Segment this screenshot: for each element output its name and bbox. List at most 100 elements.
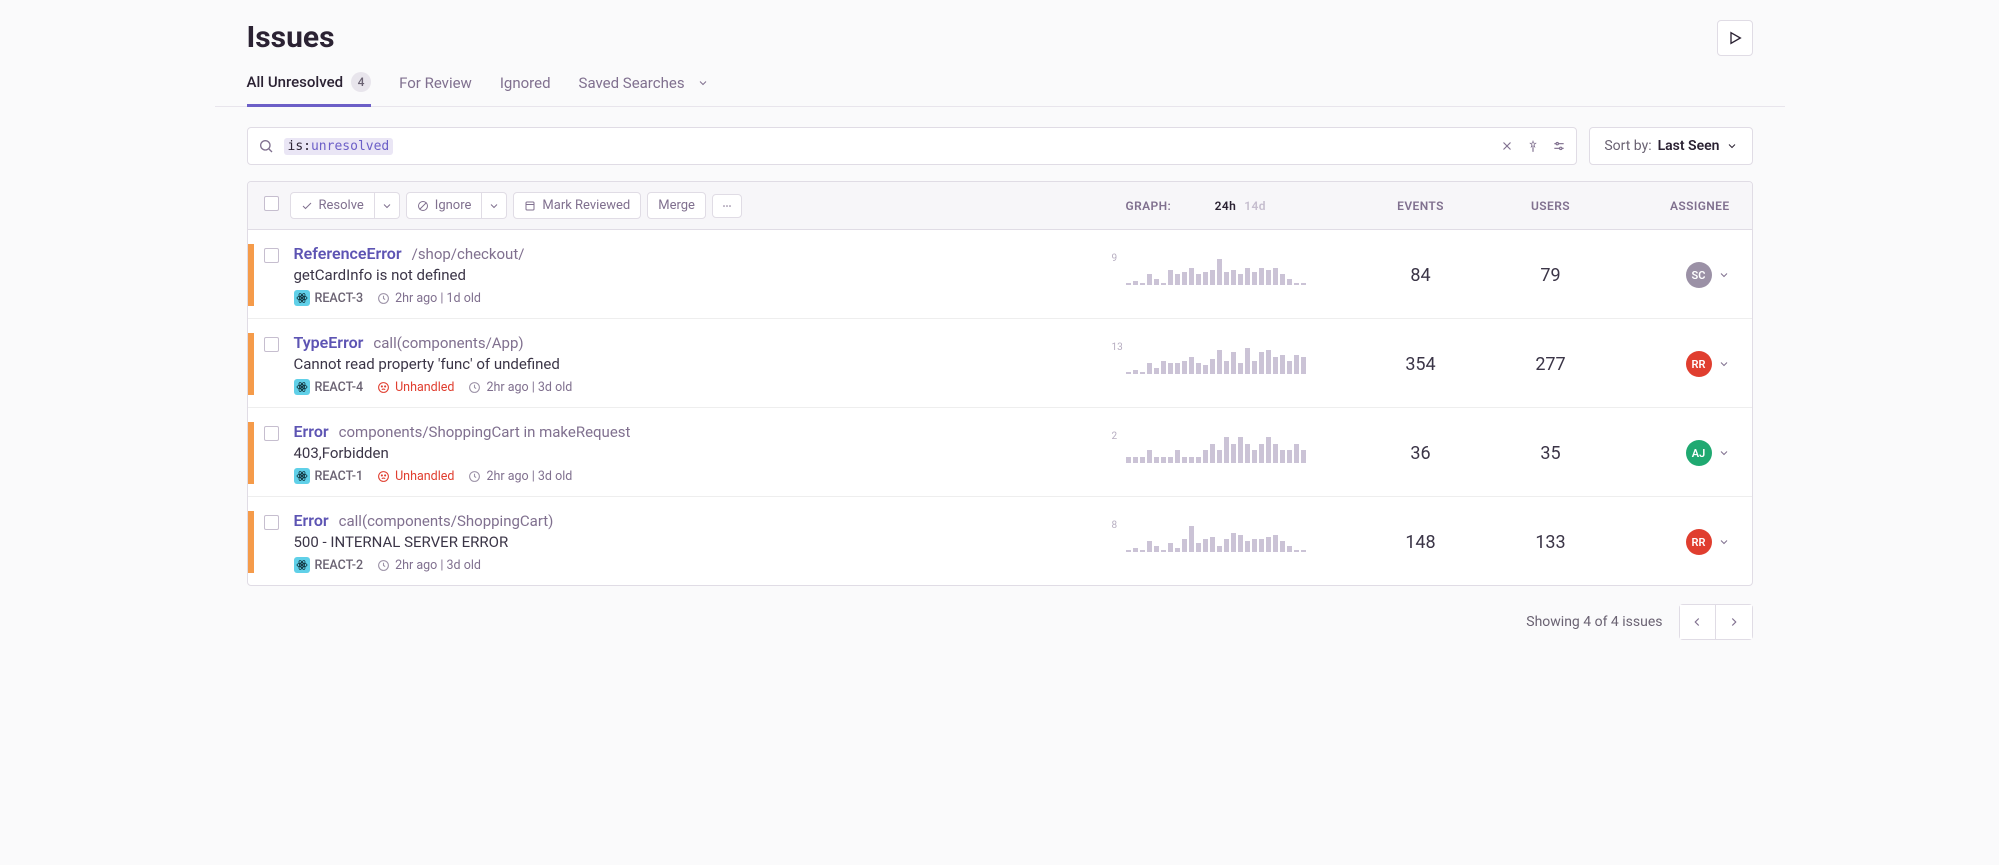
resolve-dropdown[interactable] (375, 192, 400, 219)
issue-location: /shop/checkout/ (412, 245, 525, 263)
sparkline: 8 (1126, 522, 1326, 562)
prev-page-button[interactable] (1680, 605, 1716, 639)
users-count[interactable]: 277 (1486, 354, 1616, 375)
select-issue-checkbox[interactable] (264, 248, 279, 263)
graph-range-24h[interactable]: 24h (1215, 199, 1237, 213)
assignee-avatar[interactable]: SC (1686, 262, 1712, 288)
pagination-summary: Showing 4 of 4 issues (1526, 614, 1662, 630)
react-icon (294, 557, 310, 573)
severity-stripe (248, 333, 254, 395)
column-events: EVENTS (1356, 199, 1486, 213)
project-chip[interactable]: REACT-2 (294, 557, 364, 573)
tab-label: All Unresolved (247, 73, 344, 91)
pager (1679, 604, 1753, 640)
project-id: REACT-1 (315, 469, 364, 484)
users-count[interactable]: 35 (1486, 443, 1616, 464)
unhandled-badge: Unhandled (377, 469, 454, 484)
project-chip[interactable]: REACT-1 (294, 468, 364, 484)
select-issue-checkbox[interactable] (264, 515, 279, 530)
tab-label: Saved Searches (579, 74, 685, 92)
issue-timestamp: 2hr ago | 3d old (468, 469, 572, 484)
project-id: REACT-2 (315, 558, 364, 573)
more-actions-button[interactable] (712, 194, 742, 218)
issue-timestamp: 2hr ago | 1d old (377, 291, 481, 306)
events-count[interactable]: 84 (1356, 265, 1486, 286)
page-title: Issues (247, 20, 335, 55)
issue-location: call(components/ShoppingCart) (339, 512, 554, 530)
events-count[interactable]: 148 (1356, 532, 1486, 553)
ignore-button[interactable]: Ignore (406, 192, 483, 219)
mark-reviewed-button[interactable]: Mark Reviewed (513, 192, 641, 219)
sort-dropdown[interactable]: Sort by: Last Seen (1589, 127, 1752, 165)
search-icon (258, 138, 274, 154)
chevron-down-icon (697, 77, 709, 89)
issue-message: 403,Forbidden (294, 441, 1126, 468)
issue-title-link[interactable]: Error (294, 511, 329, 530)
assignee-avatar[interactable]: RR (1686, 529, 1712, 555)
play-button[interactable] (1717, 20, 1753, 56)
project-chip[interactable]: REACT-3 (294, 290, 364, 306)
severity-stripe (248, 244, 254, 306)
assignee-dropdown[interactable] (1718, 269, 1730, 281)
search-input[interactable]: is:unresolved (247, 127, 1578, 165)
column-graph: GRAPH: (1126, 199, 1172, 213)
users-count[interactable]: 79 (1486, 265, 1616, 286)
issue-message: getCardInfo is not defined (294, 263, 1126, 290)
react-icon (294, 290, 310, 306)
severity-stripe (248, 422, 254, 484)
issue-timestamp: 2hr ago | 3d old (377, 558, 481, 573)
events-count[interactable]: 354 (1356, 354, 1486, 375)
merge-button[interactable]: Merge (647, 192, 706, 219)
play-icon (1727, 30, 1743, 46)
assignee-dropdown[interactable] (1718, 536, 1730, 548)
issue-row: TypeError call(components/App) Cannot re… (248, 319, 1752, 408)
tab-saved-searches[interactable]: Saved Searches (579, 72, 709, 106)
tab-ignored[interactable]: Ignored (500, 72, 551, 106)
ellipsis-icon (721, 200, 733, 212)
ignore-dropdown[interactable] (482, 192, 507, 219)
sparkline: 9 (1126, 255, 1326, 295)
select-issue-checkbox[interactable] (264, 337, 279, 352)
column-assignee: ASSIGNEE (1616, 199, 1736, 213)
assignee-dropdown[interactable] (1718, 447, 1730, 459)
column-users: USERS (1486, 199, 1616, 213)
react-icon (294, 468, 310, 484)
filter-settings-button[interactable] (1552, 139, 1566, 153)
severity-stripe (248, 511, 254, 573)
assignee-avatar[interactable]: AJ (1686, 440, 1712, 466)
issue-message: Cannot read property 'func' of undefined (294, 352, 1126, 379)
project-id: REACT-3 (315, 291, 364, 306)
assignee-dropdown[interactable] (1718, 358, 1730, 370)
sparkline: 13 (1126, 344, 1326, 384)
project-id: REACT-4 (315, 380, 364, 395)
tab-all-unresolved[interactable]: All Unresolved 4 (247, 72, 372, 107)
graph-range-14d[interactable]: 14d (1244, 199, 1266, 213)
next-page-button[interactable] (1716, 605, 1752, 639)
pin-search-button[interactable] (1526, 139, 1540, 153)
tab-bar: All Unresolved 4 For Review Ignored Save… (215, 56, 1785, 107)
issue-timestamp: 2hr ago | 3d old (468, 380, 572, 395)
resolve-button[interactable]: Resolve (290, 192, 375, 219)
react-icon (294, 379, 310, 395)
users-count[interactable]: 133 (1486, 532, 1616, 553)
unhandled-badge: Unhandled (377, 380, 454, 395)
sparkline: 2 (1126, 433, 1326, 473)
issue-title-link[interactable]: ReferenceError (294, 244, 402, 263)
select-all-checkbox[interactable] (264, 196, 279, 211)
tab-count-badge: 4 (351, 72, 371, 92)
search-tag: is:unresolved (284, 138, 394, 155)
events-count[interactable]: 36 (1356, 443, 1486, 464)
select-issue-checkbox[interactable] (264, 426, 279, 441)
issue-title-link[interactable]: Error (294, 422, 329, 441)
issue-location: call(components/App) (373, 334, 523, 352)
tab-for-review[interactable]: For Review (399, 72, 472, 106)
chevron-down-icon (1726, 140, 1738, 152)
issue-title-link[interactable]: TypeError (294, 333, 364, 352)
clear-search-button[interactable] (1500, 139, 1514, 153)
issue-row: Error components/ShoppingCart in makeReq… (248, 408, 1752, 497)
assignee-avatar[interactable]: RR (1686, 351, 1712, 377)
issue-message: 500 - INTERNAL SERVER ERROR (294, 530, 1126, 557)
issue-row: Error call(components/ShoppingCart) 500 … (248, 497, 1752, 585)
project-chip[interactable]: REACT-4 (294, 379, 364, 395)
issue-location: components/ShoppingCart in makeRequest (339, 423, 631, 441)
